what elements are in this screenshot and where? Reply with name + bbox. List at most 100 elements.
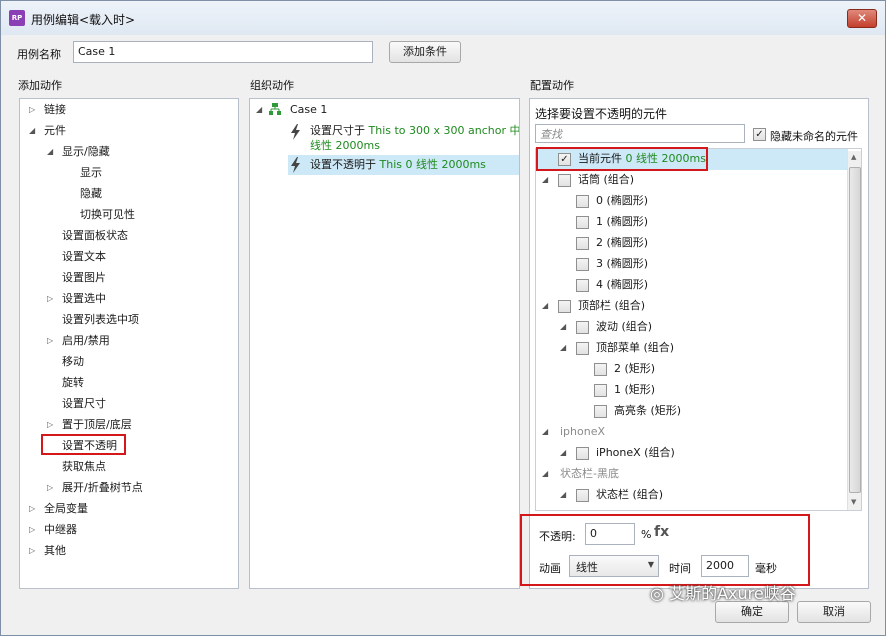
action-detail-line2: 线性 2000ms [310,139,380,152]
collapse-arrow-icon[interactable]: ◢ [560,486,566,504]
widget-checkbox[interactable] [558,174,571,187]
title-bar: RP 用例编辑<载入时> ✕ [1,1,885,35]
widget-row-ellipse-3[interactable]: 3 (椭圆形) [596,255,648,273]
expand-arrow-icon[interactable]: ▷ [29,521,35,539]
widget-row-ellipse-1[interactable]: 1 (椭圆形) [596,213,648,231]
widget-row-ellipse-0[interactable]: 0 (椭圆形) [596,192,648,210]
scroll-down-icon[interactable]: ▼ [851,498,856,506]
widget-checkbox[interactable] [576,489,589,502]
widget-checkbox[interactable] [594,384,607,397]
widget-checkbox[interactable] [576,279,589,292]
case-tree-icon [269,103,281,115]
tree-item-set-list-selection[interactable]: 设置列表选中项 [62,311,139,329]
widget-checkbox[interactable] [594,405,607,418]
widget-row-mic-group[interactable]: 话筒 (组合) [578,171,634,189]
collapse-arrow-icon[interactable]: ◢ [542,297,548,315]
collapse-arrow-icon[interactable]: ◢ [560,318,566,336]
expand-arrow-icon[interactable]: ▷ [29,542,35,560]
case-name-input[interactable]: Case 1 [73,41,373,63]
widget-checkbox[interactable] [576,342,589,355]
widget-checkbox[interactable] [576,258,589,271]
action-prefix: 设置尺寸于 [310,124,369,137]
organize-action-tree: ◢ Case 1 设置尺寸于 This to 300 x 300 anchor … [249,98,520,589]
tree-item-move[interactable]: 移动 [62,353,84,371]
add-condition-button[interactable]: 添加条件 [389,41,461,63]
collapse-arrow-icon[interactable]: ◢ [542,423,548,441]
tree-item-show[interactable]: 显示 [80,164,102,182]
tree-item-set-size[interactable]: 设置尺寸 [62,395,106,413]
wechat-icon: ◎ [650,584,664,603]
tree-item-bring-front-back[interactable]: 置于顶层/底层 [62,416,132,434]
cancel-button[interactable]: 取消 [797,601,871,623]
collapse-arrow-icon[interactable]: ◢ [560,444,566,462]
widget-checkbox[interactable] [594,363,607,376]
case-item[interactable]: Case 1 [290,101,327,119]
widget-checkbox[interactable] [576,447,589,460]
tree-item-set-selected[interactable]: 设置选中 [62,290,106,308]
widget-checkbox[interactable] [558,300,571,313]
action-detail: This to 300 x 300 anchor 中心 [368,124,520,137]
tree-item-set-panel-state[interactable]: 设置面板状态 [62,227,128,245]
widget-row-top-menu-group[interactable]: 顶部菜单 (组合) [596,339,674,357]
widget-row-status-bar-group[interactable]: 状态栏 (组合) [596,486,663,504]
collapse-arrow-icon[interactable]: ◢ [542,465,548,483]
tree-item-repeater[interactable]: 中继器 [44,521,77,539]
collapse-arrow-icon[interactable]: ◢ [256,101,262,119]
ok-button[interactable]: 确定 [715,601,789,623]
scrollbar-thumb[interactable] [849,167,861,493]
tree-item-hide[interactable]: 隐藏 [80,185,102,203]
expand-arrow-icon[interactable]: ▷ [47,290,53,308]
widget-row-top-bar-group[interactable]: 顶部栏 (组合) [578,297,645,315]
widget-row-ellipse-4[interactable]: 4 (椭圆形) [596,276,648,294]
expand-arrow-icon[interactable]: ▷ [47,479,53,497]
widget-checkbox[interactable] [576,216,589,229]
widget-row-rect-2[interactable]: 2 (矩形) [614,360,655,378]
expand-arrow-icon[interactable]: ▷ [47,416,53,434]
expand-arrow-icon[interactable]: ▷ [29,500,35,518]
case-name-label: 用例名称 [17,48,61,61]
widget-row-rect-1[interactable]: 1 (矩形) [614,381,655,399]
page-folder-status-bar[interactable]: 状态栏-黑底 [560,465,619,483]
highlight-box [536,147,708,171]
scroll-up-icon[interactable]: ▲ [851,153,856,161]
add-action-tree: ▷ 链接 ◢ 元件 ◢ 显示/隐藏 显示 隐藏 切换可见性 设置面板状态 设置文… [19,98,239,589]
tree-item-other[interactable]: 其他 [44,542,66,560]
close-button[interactable]: ✕ [847,9,877,28]
expand-arrow-icon[interactable]: ▷ [47,332,53,350]
config-action-heading: 配置动作 [530,79,574,92]
action-detail: This 0 线性 2000ms [379,158,486,171]
widget-checkbox[interactable] [576,237,589,250]
search-input[interactable]: 查找 [535,124,745,143]
widget-tree: ✓ 当前元件 0 线性 2000ms ◢ 话筒 (组合) 0 (椭圆形) 1 (… [535,148,862,511]
hide-unnamed-checkbox[interactable]: ✓ [753,128,766,141]
tree-item-show-hide[interactable]: 显示/隐藏 [62,143,110,161]
tree-item-rotate[interactable]: 旋转 [62,374,84,392]
collapse-arrow-icon[interactable]: ◢ [542,171,548,189]
collapse-arrow-icon[interactable]: ◢ [560,339,566,357]
tree-item-enable-disable[interactable]: 启用/禁用 [62,332,110,350]
widget-row-wave-group[interactable]: 波动 (组合) [596,318,652,336]
widget-row-iphonex-group[interactable]: iPhoneX (组合) [596,444,675,462]
expand-arrow-icon[interactable]: ▷ [29,101,35,119]
tree-item-link[interactable]: 链接 [44,101,66,119]
organize-action-heading: 组织动作 [250,79,294,92]
widget-checkbox[interactable] [576,195,589,208]
watermark: ◎ 艾斯的Axure峡谷 [650,584,796,603]
tree-item-toggle-visibility[interactable]: 切换可见性 [80,206,135,224]
tree-item-set-image[interactable]: 设置图片 [62,269,106,287]
widget-row-highlight-bar[interactable]: 高亮条 (矩形) [614,402,681,420]
tree-item-global-variables[interactable]: 全局变量 [44,500,88,518]
hide-unnamed-label: 隐藏未命名的元件 [770,130,858,143]
widget-tree-scrollbar[interactable]: ▲ ▼ [847,151,861,510]
collapse-arrow-icon[interactable]: ◢ [47,143,53,161]
tree-item-set-text[interactable]: 设置文本 [62,248,106,266]
action-set-opacity[interactable]: 设置不透明于 This 0 线性 2000ms [310,156,486,174]
highlight-box [41,434,126,455]
widget-checkbox[interactable] [576,321,589,334]
page-folder-iphonex[interactable]: iphoneX [560,423,605,441]
tree-item-widgets[interactable]: 元件 [44,122,66,140]
widget-row-ellipse-2[interactable]: 2 (椭圆形) [596,234,648,252]
tree-item-focus[interactable]: 获取焦点 [62,458,106,476]
tree-item-expand-collapse-tree[interactable]: 展开/折叠树节点 [62,479,143,497]
collapse-arrow-icon[interactable]: ◢ [29,122,35,140]
